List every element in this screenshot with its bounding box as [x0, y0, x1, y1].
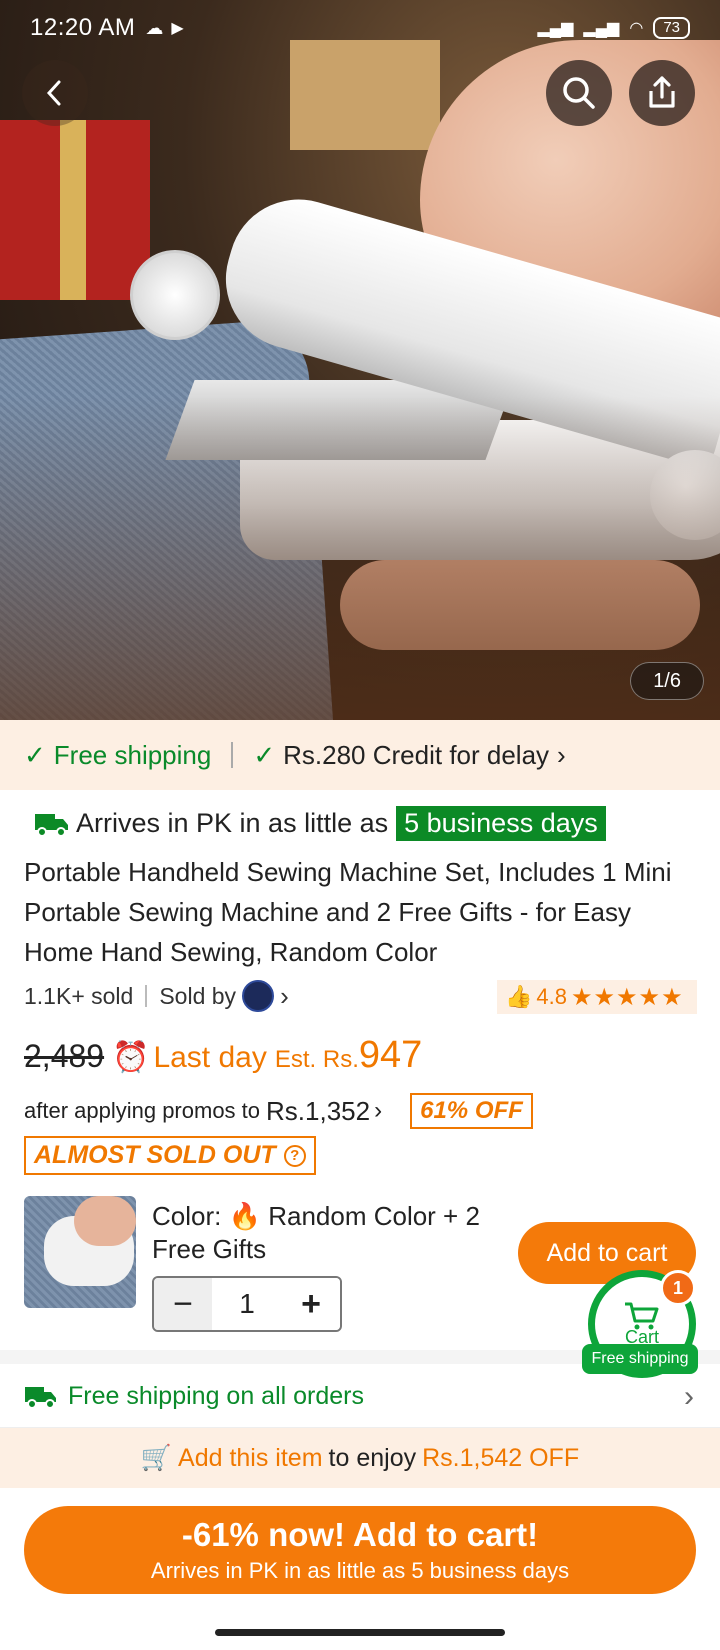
divider [231, 742, 234, 768]
product-title: Portable Handheld Sewing Machine Set, In… [24, 857, 672, 967]
share-icon [649, 76, 675, 108]
seller-logo[interactable] [242, 980, 275, 1012]
home-indicator[interactable] [215, 1629, 505, 1636]
status-time: 12:20 AM [30, 14, 136, 41]
search-icon [563, 77, 595, 109]
sold-row: 1.1K+ sold Sold by › [24, 980, 289, 1012]
rating-value: 4.8 [536, 984, 567, 1009]
free-shipping-label: ✓ Free shipping [24, 739, 212, 770]
free-shipping-all-orders[interactable]: Free shipping on all orders › [0, 1366, 720, 1428]
price-row: 2,489 ⏰ Last day Est. Rs. 947 [24, 1034, 422, 1077]
original-price: 2,489 [24, 1038, 105, 1074]
decrease-quantity-button[interactable]: − [154, 1278, 212, 1330]
chevron-right-icon: › [684, 1379, 694, 1413]
wifi-icon: ◠ [629, 20, 644, 37]
cart-count-badge: 1 [660, 1270, 696, 1306]
status-bar: 12:20 AM ☁ ▶ ▂▄▆ ▂▄▆ ◠ 73 [0, 0, 720, 56]
shipping-banner[interactable]: ✓ Free shipping ✓ Rs.280 Credit for dela… [0, 720, 720, 790]
signal-icon: ▂▄▆ [537, 20, 574, 37]
star-rating-icon: ★★★★★ [571, 983, 684, 1011]
chevron-right-icon[interactable]: › [280, 981, 289, 1012]
alarm-clock-icon: ⏰ [112, 1041, 150, 1074]
truck-icon [35, 813, 68, 837]
youtube-icon: ▶ [171, 20, 184, 37]
last-day-label: ⏰ Last day [112, 1040, 267, 1075]
chevron-right-icon: › [374, 1097, 383, 1124]
sold-by-label: Sold by [159, 982, 237, 1009]
check-icon: ✓ [253, 739, 276, 770]
promo-row[interactable]: after applying promos to Rs.1,352 › 61% … [24, 1093, 533, 1129]
sold-count: 1.1K+ sold [24, 982, 134, 1009]
image-counter: 1/6 [630, 662, 704, 700]
chevron-left-icon [46, 80, 61, 106]
divider [145, 985, 148, 1007]
cloud-icon: ☁ [145, 17, 164, 38]
quantity-value[interactable]: 1 [212, 1288, 282, 1320]
promo-price: Rs.1,352 [266, 1095, 371, 1126]
quantity-stepper: − 1 + [152, 1276, 342, 1332]
flame-icon: 🔥 [228, 1201, 261, 1231]
est-label: Est. Rs. [274, 1046, 359, 1073]
share-button[interactable] [629, 60, 695, 126]
rating-badge[interactable]: 👍 4.8 ★★★★★ [497, 980, 697, 1014]
delivery-estimate: Arrives in PK in as little as 5 business… [34, 806, 606, 841]
truck-icon [25, 1386, 56, 1409]
product-page: 12:20 AM ☁ ▶ ▂▄▆ ▂▄▆ ◠ 73 1/6 ✓ Free shi… [0, 0, 720, 1650]
cart-plus-icon: 🛒 [140, 1443, 173, 1472]
est-price: 947 [358, 1034, 423, 1076]
cta-title: -61% now! Add to cart! [181, 1516, 539, 1553]
add-item-promo-banner[interactable]: 🛒 Add this item to enjoy Rs.1,542 OFF [0, 1428, 720, 1488]
signal-icon: ▂▄▆ [583, 20, 620, 37]
delivery-days-badge: 5 business days [396, 806, 606, 841]
check-icon: ✓ [24, 739, 46, 770]
credit-for-delay: ✓ Rs.280 Credit for delay › [253, 739, 566, 770]
discount-badge: 61% OFF [410, 1093, 533, 1129]
color-selection[interactable]: Color: 🔥 Random Color + 2 Free Gifts [152, 1200, 492, 1266]
variant-thumbnail[interactable] [24, 1196, 136, 1308]
add-to-cart-cta-button[interactable]: -61% now! Add to cart! Arrives in PK in … [24, 1506, 696, 1594]
thumbs-up-icon: 👍 [505, 984, 533, 1009]
increase-quantity-button[interactable]: + [282, 1278, 340, 1330]
search-button[interactable] [546, 60, 612, 126]
cta-subtitle: Arrives in PK in as little as 5 business… [150, 1558, 570, 1583]
battery-icon: 73 [653, 17, 690, 39]
almost-sold-out-badge[interactable]: ALMOST SOLD OUT ? [24, 1136, 316, 1175]
help-icon: ? [283, 1144, 306, 1167]
back-button[interactable] [22, 60, 88, 126]
product-image[interactable]: 12:20 AM ☁ ▶ ▂▄▆ ▂▄▆ ◠ 73 1/6 [0, 0, 720, 720]
chevron-right-icon: › [557, 739, 566, 770]
